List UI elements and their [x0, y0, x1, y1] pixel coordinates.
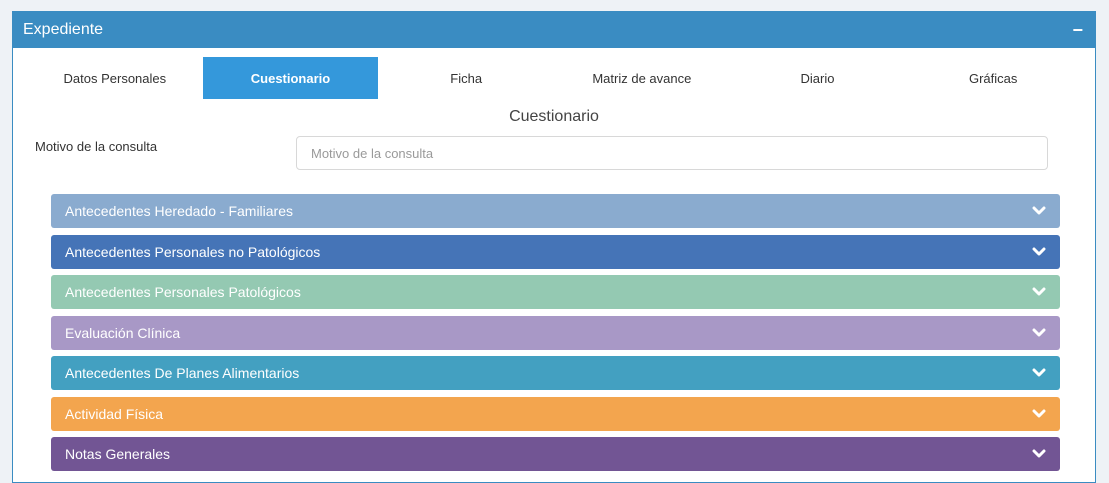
- accordion-label: Actividad Física: [65, 405, 164, 422]
- tab-diario[interactable]: Diario: [730, 57, 906, 99]
- expediente-panel: Expediente − Datos Personales Cuestionar…: [12, 11, 1096, 483]
- chevron-down-icon: [1032, 287, 1046, 297]
- section-title: Cuestionario: [509, 108, 599, 125]
- motivo-label: Motivo de la consulta: [35, 139, 158, 154]
- tab-matriz-de-avance[interactable]: Matriz de avance: [554, 57, 730, 99]
- panel-header: Expediente −: [13, 12, 1095, 48]
- accordion-label: Antecedentes De Planes Alimentarios: [65, 365, 300, 381]
- accordion-label: Antecedentes Heredado - Familiares: [65, 203, 294, 219]
- accordion-personales-patologicos[interactable]: Antecedentes Personales Patológicos: [51, 275, 1060, 309]
- chevron-down-icon: [1032, 368, 1046, 378]
- accordion-heredado-familiares[interactable]: Antecedentes Heredado - Familiares: [51, 194, 1060, 228]
- accordion: Antecedentes Heredado - Familiares Antec…: [51, 194, 1060, 478]
- accordion-personales-no-patologicos[interactable]: Antecedentes Personales no Patológicos: [51, 234, 1060, 269]
- accordion-planes-alimentarios[interactable]: Antecedentes De Planes Alimentarios: [51, 356, 1060, 390]
- chevron-down-icon: [1032, 328, 1046, 338]
- accordion-label: Notas Generales: [65, 446, 171, 462]
- collapse-button[interactable]: −: [1070, 21, 1085, 39]
- chevron-down-icon: [1032, 449, 1046, 459]
- tab-cuestionario[interactable]: Cuestionario: [202, 57, 379, 99]
- tab-graficas[interactable]: Gráficas: [905, 57, 1081, 99]
- accordion-label: Antecedentes Personales Patológicos: [65, 284, 301, 300]
- chevron-down-icon: [1032, 247, 1046, 257]
- accordion-label: Antecedentes Personales no Patológicos: [65, 243, 321, 260]
- tab-datos-personales[interactable]: Datos Personales: [27, 57, 203, 99]
- chevron-down-icon: [1032, 409, 1046, 419]
- tab-bar: Datos Personales Cuestionario Ficha Matr…: [27, 57, 1081, 99]
- motivo-input[interactable]: [296, 136, 1048, 170]
- panel-title: Expediente: [23, 21, 104, 38]
- tab-ficha[interactable]: Ficha: [378, 57, 554, 99]
- accordion-actividad-fisica[interactable]: Actividad Física: [51, 396, 1060, 431]
- accordion-evaluacion-clinica[interactable]: Evaluación Clínica: [51, 315, 1060, 350]
- accordion-notas-generales[interactable]: Notas Generales: [51, 437, 1060, 471]
- accordion-label: Evaluación Clínica: [65, 324, 181, 341]
- chevron-down-icon: [1032, 206, 1046, 216]
